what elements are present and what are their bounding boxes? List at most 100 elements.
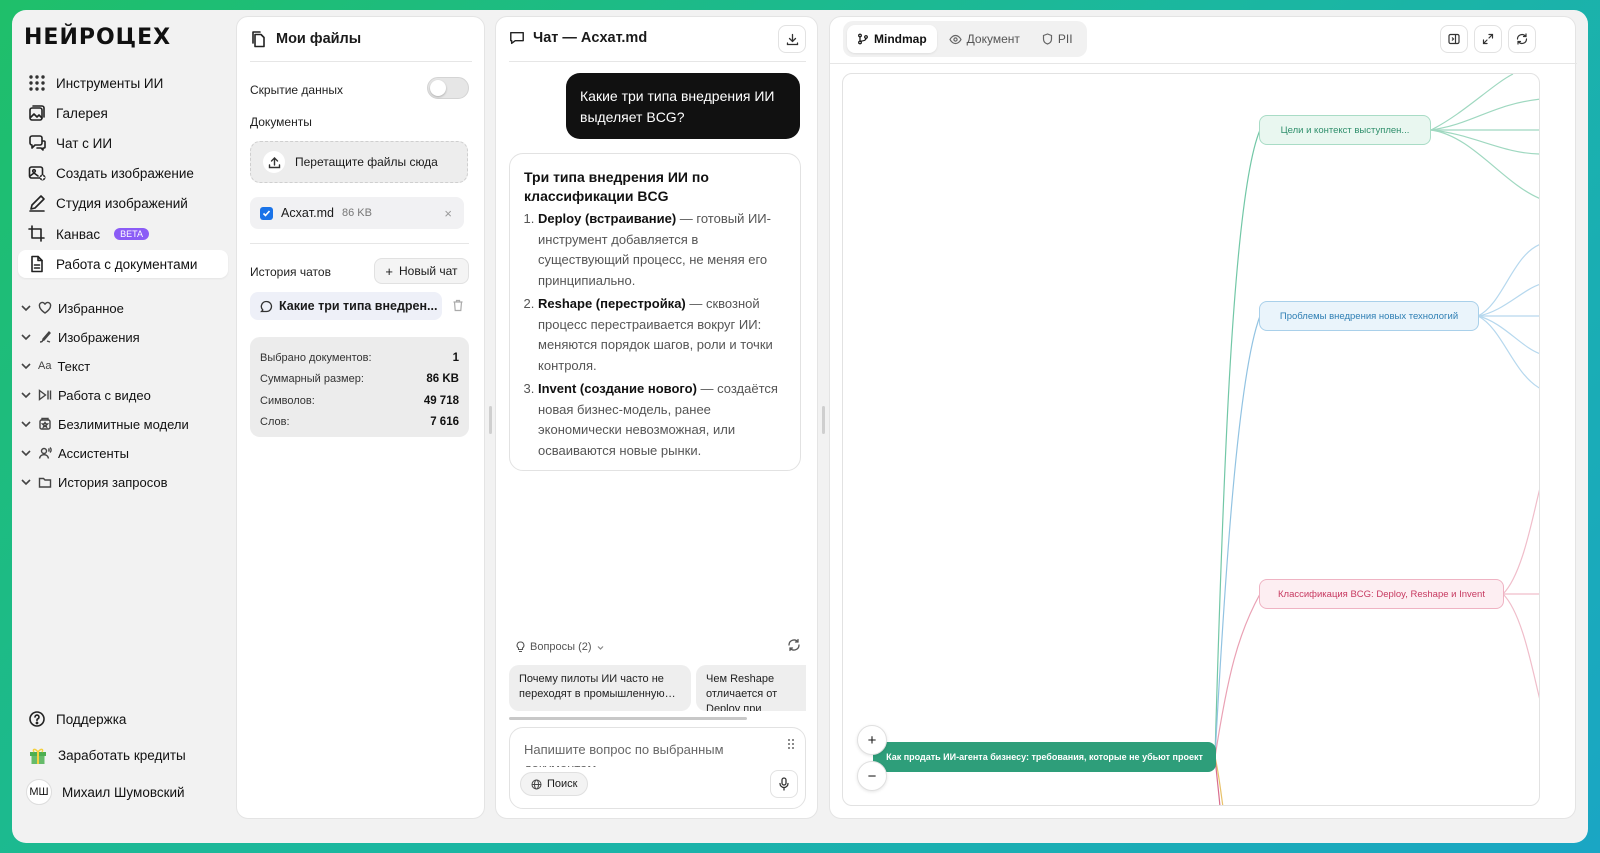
new-chat-button[interactable]: + Новый чат: [374, 258, 469, 284]
chat-history-item[interactable]: Какие три типа внедрен...: [250, 292, 442, 320]
node-label: Цели и контекст выступлен...: [1280, 124, 1410, 136]
assistant-icon: [38, 447, 52, 459]
support-label: Поддержка: [56, 711, 127, 727]
resize-handle[interactable]: [822, 406, 825, 434]
logo-text: НЕЙРОЦЕХ: [24, 24, 172, 50]
file-item[interactable]: Acxaт.md 86 KB ×: [250, 197, 464, 229]
chevron-down-icon: [21, 363, 31, 370]
root-label: Как продать ИИ-агента бизнесу: требовани…: [886, 752, 1203, 762]
tab-label: PII: [1057, 32, 1073, 46]
group-history[interactable]: История запросов: [20, 470, 168, 494]
mindmap-node[interactable]: Цели и контекст выступлен...: [1259, 115, 1431, 145]
answer-item: Reshape (перестройка) — сквозной процесс…: [538, 294, 786, 376]
divider: [250, 61, 472, 62]
file-dropzone[interactable]: Перетащите файлы сюда: [250, 141, 468, 183]
chat-header: Чат — Acxaт.md: [509, 30, 647, 46]
stat-row: Суммарный размер: 86 KB: [260, 369, 459, 391]
chevron-down-icon: [597, 645, 603, 650]
group-favorites[interactable]: Избранное: [20, 296, 124, 320]
answer-heading: Три типа внедрения ИИ по классификации B…: [524, 169, 709, 204]
refresh-icon[interactable]: [787, 638, 801, 652]
answer-item-title: Reshape (перестройка): [538, 296, 686, 311]
chat-bubble-icon: [260, 300, 273, 312]
chevron-down-icon: [21, 479, 31, 486]
horizontal-scrollbar[interactable]: [509, 717, 747, 720]
shield-icon: [1042, 33, 1053, 45]
user-message: Какие три типа внедрения ИИ выделяет BCG…: [566, 73, 800, 139]
node-label: Классификация BCG: Deploy, Reshape и Inv…: [1278, 588, 1485, 600]
user-profile[interactable]: МШ Михаил Шумовский: [18, 778, 228, 806]
chat-input[interactable]: Напишите вопрос по выбранным документам …: [509, 727, 806, 809]
globe-icon: [531, 779, 542, 789]
regenerate-button[interactable]: [1508, 25, 1536, 53]
nav-item-gallery[interactable]: Галерея: [18, 99, 228, 127]
user-name: Михаил Шумовский: [62, 784, 185, 800]
group-label: Работа с видео: [58, 387, 151, 403]
microphone-button[interactable]: [770, 770, 798, 798]
remove-file-icon[interactable]: ×: [444, 206, 452, 221]
files-icon: [252, 31, 265, 48]
drag-handle-icon[interactable]: [787, 738, 795, 750]
toggle-panel-button[interactable]: [1440, 25, 1468, 53]
mindmap-canvas[interactable]: Цели и контекст выступлен... Проблемы вн…: [842, 73, 1540, 806]
chevron-down-icon: [21, 450, 31, 457]
group-video[interactable]: Работа с видео: [20, 383, 151, 407]
nav-item-ai-tools[interactable]: Инструменты ИИ: [18, 69, 228, 97]
group-assistants[interactable]: Ассистенты: [20, 441, 129, 465]
nav-item-label: Работа с документами: [56, 256, 198, 272]
nav-item-image-studio[interactable]: Студия изображений: [18, 189, 228, 217]
new-chat-label: Новый чат: [399, 264, 458, 278]
group-label: Ассистенты: [58, 445, 129, 461]
tab-document[interactable]: Документ: [939, 25, 1030, 53]
file-checkbox[interactable]: [260, 206, 273, 220]
answer-item-title: Deploy (встраивание): [538, 211, 677, 226]
mindmap-root-node[interactable]: Как продать ИИ-агента бизнесу: требовани…: [873, 742, 1216, 772]
stat-value: 49 718: [423, 394, 459, 407]
nav-item-label: Чат с ИИ: [56, 135, 113, 151]
mindmap-connectors: [1214, 74, 1539, 805]
nav-earn-credits[interactable]: Заработать кредиты: [18, 741, 228, 769]
questions-label: Вопросы (2): [530, 641, 592, 653]
questions-toggle[interactable]: Вопросы (2): [515, 641, 605, 653]
nav-item-create-image[interactable]: Создать изображение: [18, 159, 228, 187]
grid-icon: [29, 75, 45, 91]
chat-icon: [29, 135, 46, 151]
nav-item-chat[interactable]: Чат с ИИ: [18, 129, 228, 157]
mindmap-node[interactable]: Проблемы внедрения новых технологий: [1259, 301, 1479, 331]
tab-pii[interactable]: PII: [1032, 25, 1083, 53]
resize-handle[interactable]: [489, 406, 492, 434]
text-icon: Aa: [38, 360, 52, 372]
search-toggle-button[interactable]: Поиск: [520, 772, 589, 796]
suggested-question[interactable]: Чем Reshape отличается от Deploy при вне…: [696, 665, 806, 711]
nav-support[interactable]: Поддержка: [18, 705, 228, 733]
brush-icon: [39, 330, 51, 343]
group-label: История запросов: [58, 474, 168, 490]
trash-icon[interactable]: [452, 299, 464, 312]
logo[interactable]: НЕЙРОЦЕХ: [24, 22, 171, 52]
hide-data-toggle[interactable]: [427, 77, 469, 99]
app-window: НЕЙРОЦЕХ Инструменты ИИ Галерея Чат с ИИ…: [12, 10, 1588, 843]
download-button[interactable]: [778, 25, 806, 53]
zoom-out-button[interactable]: −: [857, 761, 887, 791]
beta-badge: BETA: [114, 228, 149, 240]
chat-panel: Чат — Acxaт.md Какие три типа внедрения …: [495, 16, 818, 819]
crop-icon: [28, 225, 45, 242]
tab-mindmap[interactable]: Mindmap: [847, 25, 937, 53]
tab-label: Документ: [966, 32, 1020, 46]
expand-icon: [1482, 33, 1494, 45]
zoom-in-button[interactable]: +: [857, 725, 887, 755]
file-name: Acxaт.md: [281, 206, 334, 220]
group-unlimited-models[interactable]: Безлимитные модели: [20, 412, 189, 436]
fullscreen-button[interactable]: [1474, 25, 1502, 53]
group-text[interactable]: Aa Текст: [20, 354, 90, 378]
nav-item-canvas[interactable]: Канвас BETA: [18, 220, 228, 248]
file-size: 86 KB: [341, 207, 372, 219]
dropzone-text: Перетащите файлы сюда: [295, 155, 438, 169]
mindmap-node[interactable]: Классификация BCG: Deploy, Reshape и Inv…: [1259, 579, 1504, 609]
group-label: Избранное: [58, 300, 124, 316]
unlimited-icon: [39, 417, 51, 430]
group-label: Безлимитные модели: [58, 416, 189, 432]
suggested-question[interactable]: Почему пилоты ИИ часто не переходят в пр…: [509, 665, 691, 711]
group-images[interactable]: Изображения: [20, 325, 140, 349]
nav-item-documents[interactable]: Работа с документами: [18, 250, 228, 278]
